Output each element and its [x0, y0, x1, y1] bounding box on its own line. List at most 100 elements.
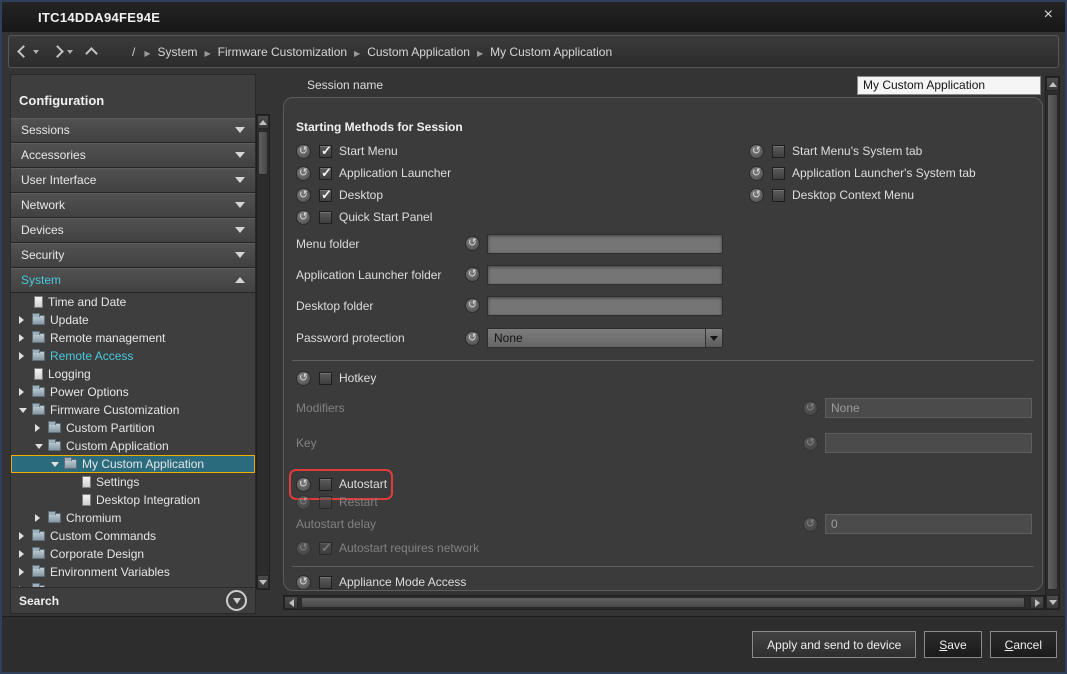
reset-to-default-button: [803, 436, 818, 451]
sidebar-section[interactable]: Network: [11, 193, 255, 218]
session-name-input[interactable]: My Custom Application: [857, 76, 1041, 95]
breadcrumb-item[interactable]: Firmware Customization: [218, 45, 347, 59]
tree-expand-icon[interactable]: [51, 462, 64, 467]
reset-to-default-button[interactable]: [749, 188, 764, 203]
tree-item[interactable]: Logging: [11, 365, 255, 383]
tree-expand-icon[interactable]: [19, 352, 32, 360]
appliance-mode-checkbox[interactable]: [319, 576, 332, 589]
tree-item-label: Desktop Integration: [96, 493, 200, 507]
back-button[interactable]: [19, 47, 39, 56]
breadcrumb-item[interactable]: System: [158, 45, 198, 59]
reset-to-default-button[interactable]: [465, 298, 480, 313]
tree-item[interactable]: Firmware Customization: [11, 401, 255, 419]
scroll-down-button[interactable]: [257, 575, 269, 589]
tree-item[interactable]: Power Options: [11, 383, 255, 401]
breadcrumb-item[interactable]: Custom Application: [367, 45, 470, 59]
password-protection-select[interactable]: None: [487, 328, 723, 348]
scroll-down-button[interactable]: [1046, 595, 1059, 609]
up-button[interactable]: [87, 45, 96, 58]
sidebar-section[interactable]: Accessories: [11, 143, 255, 168]
scroll-right-button[interactable]: [1030, 596, 1044, 609]
checkbox[interactable]: [319, 145, 332, 158]
scrollbar-thumb[interactable]: [301, 597, 1025, 608]
autostart-checkbox[interactable]: [319, 478, 332, 491]
checkbox[interactable]: [319, 189, 332, 202]
tree-item[interactable]: Custom Application: [11, 437, 255, 455]
tree-expand-icon[interactable]: [19, 316, 32, 324]
checkbox[interactable]: [772, 145, 785, 158]
checkbox[interactable]: [772, 189, 785, 202]
tree-item[interactable]: Custom Partition: [11, 419, 255, 437]
sidebar-section[interactable]: User Interface: [11, 168, 255, 193]
sidebar-section[interactable]: Security: [11, 243, 255, 268]
breadcrumb-root[interactable]: /: [132, 45, 135, 59]
checkbox[interactable]: [319, 167, 332, 180]
sidebar-section[interactable]: System: [11, 268, 255, 293]
tree-expand-icon[interactable]: [19, 550, 32, 558]
save-button[interactable]: Save: [924, 631, 981, 658]
search-expand-button[interactable]: [226, 590, 247, 611]
tree-item[interactable]: Time and Date: [11, 293, 255, 311]
content-vertical-scrollbar[interactable]: [1045, 76, 1060, 610]
close-icon[interactable]: ×: [1044, 6, 1053, 24]
tree-expand-icon[interactable]: [19, 532, 32, 540]
tree-item[interactable]: Environment Variables: [11, 563, 255, 581]
sidebar-section[interactable]: Sessions: [11, 118, 255, 143]
reset-to-default-button[interactable]: [296, 188, 311, 203]
tree-item[interactable]: Settings: [11, 473, 255, 491]
scrollbar-thumb[interactable]: [258, 131, 268, 175]
tree-expand-icon[interactable]: [19, 334, 32, 342]
dropdown-button[interactable]: [705, 329, 722, 347]
tree-item[interactable]: Remote management: [11, 329, 255, 347]
reset-to-default-button[interactable]: [465, 236, 480, 251]
scrollbar-thumb[interactable]: [1047, 94, 1058, 590]
scroll-up-button[interactable]: [1046, 77, 1059, 91]
apply-and-send-button[interactable]: Apply and send to device: [752, 631, 916, 658]
tree-expand-icon[interactable]: [19, 568, 32, 576]
tree-expand-icon[interactable]: [19, 408, 32, 413]
reset-to-default-button[interactable]: [296, 210, 311, 225]
tree-expand-icon[interactable]: [35, 514, 48, 522]
reset-to-default-button[interactable]: [296, 371, 311, 386]
breadcrumb-item[interactable]: My Custom Application: [490, 45, 612, 59]
sidebar-scrollbar[interactable]: [256, 114, 270, 590]
tree-item[interactable]: My Custom Application: [11, 455, 255, 473]
checkbox-label: Start Menu: [339, 144, 398, 158]
tree-node-icon: [48, 423, 61, 433]
tree-expand-icon[interactable]: [35, 424, 48, 432]
text-input[interactable]: [487, 296, 723, 316]
tree-expand-icon[interactable]: [19, 388, 32, 396]
scroll-left-button[interactable]: [284, 596, 298, 609]
content-horizontal-scrollbar[interactable]: [283, 595, 1045, 610]
tree-expand-icon[interactable]: [35, 444, 48, 449]
tree-item[interactable]: Remote Access: [11, 347, 255, 365]
tree-item[interactable]: Custom Commands: [11, 527, 255, 545]
reset-to-default-button[interactable]: [465, 267, 480, 282]
forward-button[interactable]: [53, 47, 73, 56]
reset-to-default-button[interactable]: [296, 144, 311, 159]
reset-to-default-button[interactable]: [749, 144, 764, 159]
text-input[interactable]: [487, 234, 723, 254]
reset-to-default-button[interactable]: [465, 331, 480, 346]
hotkey-checkbox[interactable]: [319, 372, 332, 385]
tree-item[interactable]: Desktop Integration: [11, 491, 255, 509]
forward-history-dropdown-icon[interactable]: [67, 50, 73, 54]
reset-to-default-button[interactable]: [296, 575, 311, 590]
tree-item[interactable]: Chromium: [11, 509, 255, 527]
chevron-icon: [235, 177, 245, 183]
scroll-up-button[interactable]: [257, 115, 269, 129]
tree-item[interactable]: Corporate Design: [11, 545, 255, 563]
checkbox[interactable]: [772, 167, 785, 180]
reset-to-default-button[interactable]: [296, 477, 311, 492]
text-input[interactable]: [487, 265, 723, 285]
back-history-dropdown-icon[interactable]: [33, 50, 39, 54]
sidebar-section[interactable]: Devices: [11, 218, 255, 243]
reset-to-default-button[interactable]: [296, 166, 311, 181]
restart-row: Restart: [296, 493, 378, 511]
tree-item[interactable]: Update: [11, 311, 255, 329]
reset-to-default-button[interactable]: [749, 166, 764, 181]
chevron-icon: [235, 152, 245, 158]
cancel-button[interactable]: Cancel: [990, 631, 1057, 658]
checkbox[interactable]: [319, 211, 332, 224]
tree-item-label: Logging: [48, 367, 91, 381]
